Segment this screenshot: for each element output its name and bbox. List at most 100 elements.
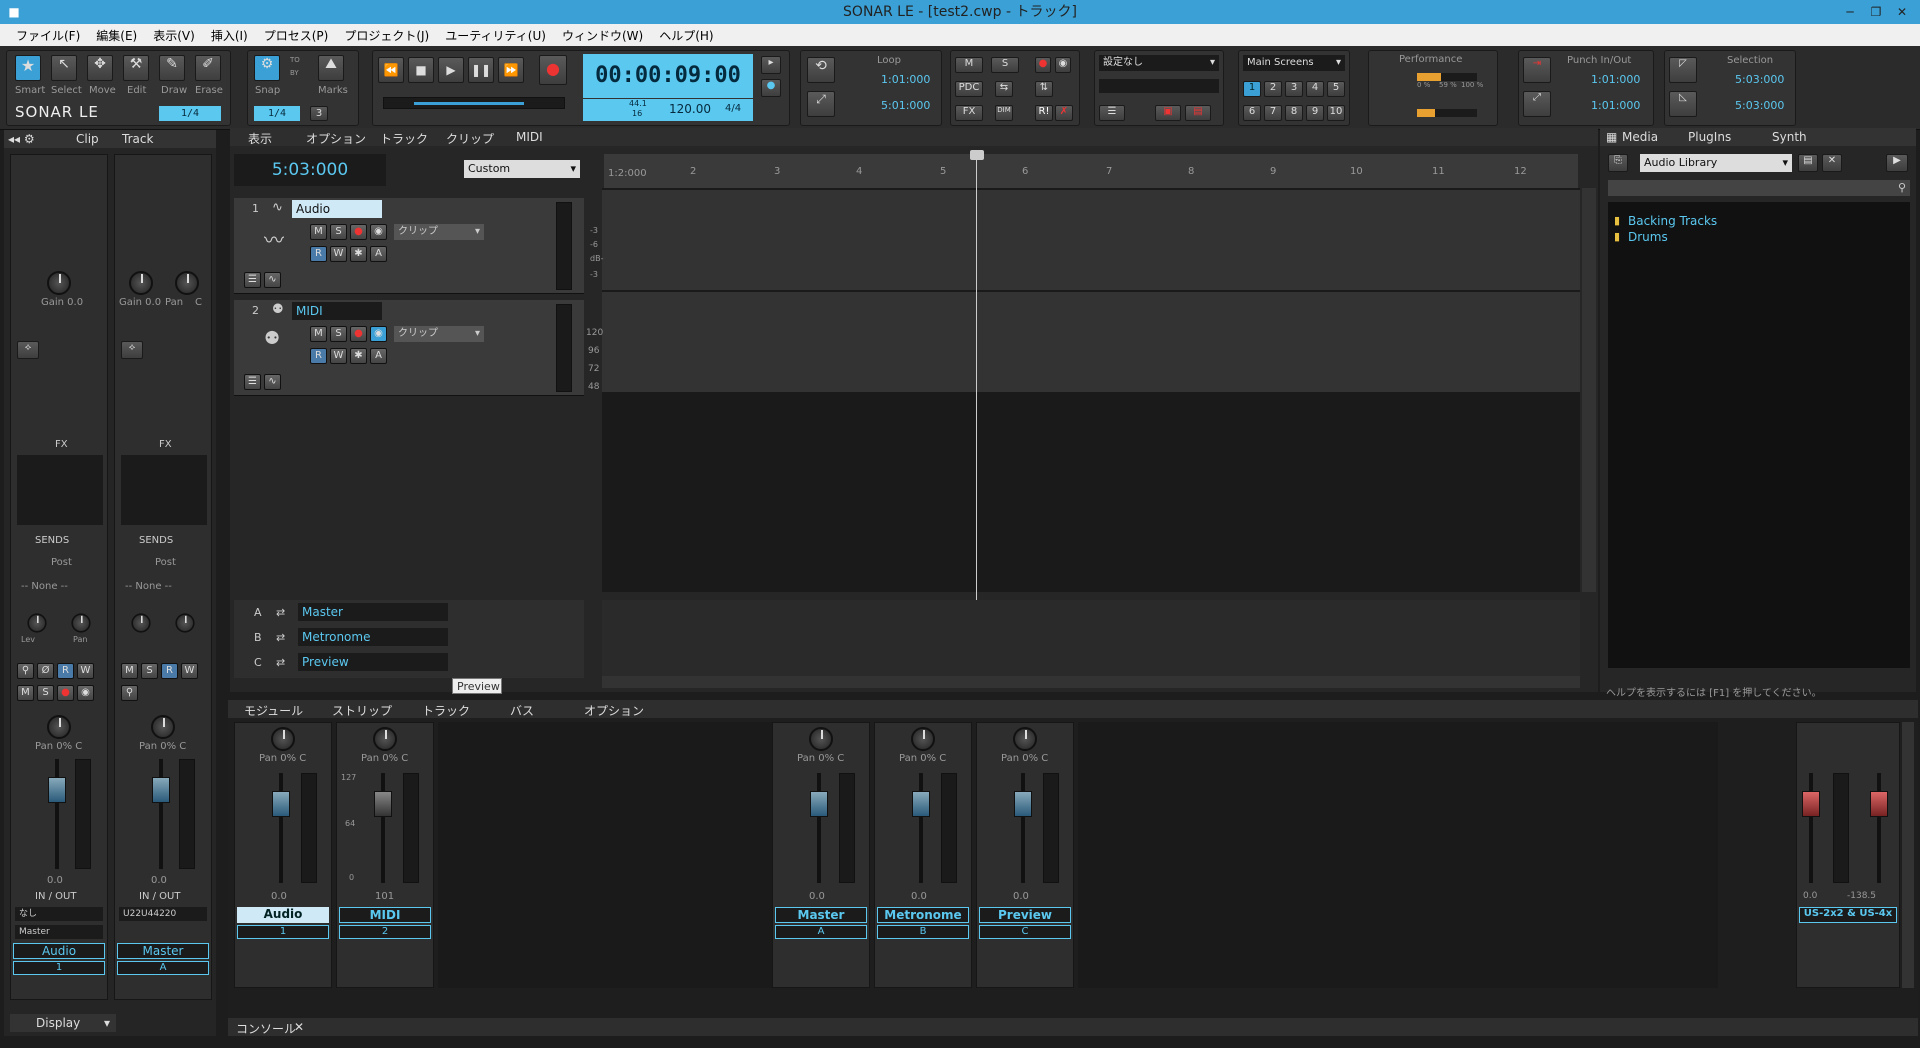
archive-button[interactable]: A	[370, 348, 387, 364]
send-none[interactable]: -- None --	[125, 581, 172, 592]
inspector-menu-icon[interactable]: ◂◂ ⚙	[8, 132, 35, 146]
fx-bin[interactable]	[17, 455, 103, 525]
loop-toggle-icon[interactable]: ⟲	[807, 57, 835, 83]
mix-link-icon[interactable]: ⇆	[995, 81, 1013, 97]
fx-bin[interactable]	[121, 455, 207, 525]
fx-bypass-button[interactable]: FX	[955, 105, 983, 121]
draw-tool-icon[interactable]: ✎	[159, 55, 185, 81]
record-icon[interactable]: ●	[539, 55, 567, 85]
arm-icon[interactable]: ●	[350, 224, 367, 240]
menu-edit[interactable]: 編集(E)	[88, 27, 145, 44]
mute-button[interactable]: M	[17, 685, 34, 701]
tv-menu-midi[interactable]: MIDI	[516, 130, 543, 144]
write-button[interactable]: W	[330, 348, 347, 364]
select-tool-icon[interactable]: ↖	[51, 55, 77, 81]
strip-name[interactable]: Master	[775, 907, 867, 923]
minimize-button[interactable]: ─	[1838, 0, 1862, 20]
console-vscroll[interactable]	[1902, 722, 1914, 988]
automation-icon[interactable]: ∿	[264, 272, 281, 288]
solo-button[interactable]: S	[37, 685, 54, 701]
volume-fader-handle[interactable]	[152, 777, 170, 803]
console-tab[interactable]: コンソール	[236, 1020, 296, 1037]
save-icon[interactable]: ▤	[1798, 154, 1818, 172]
library-select[interactable]: Audio Library ▾	[1640, 154, 1792, 172]
punch-toggle-icon[interactable]: ⇥	[1523, 57, 1551, 83]
track-view-select[interactable]: クリップ ▾	[394, 326, 484, 342]
preset-field[interactable]	[1099, 79, 1219, 93]
read-button[interactable]: R	[57, 663, 74, 679]
mix-mute-button[interactable]: M	[955, 57, 983, 73]
menu-project[interactable]: プロジェクト(J)	[336, 27, 437, 44]
now-slider[interactable]	[383, 97, 565, 109]
play-from-icon[interactable]: ▸	[761, 56, 781, 74]
tempo-value[interactable]: 120.00	[669, 102, 711, 116]
menu-window[interactable]: ウィンドウ(W)	[554, 27, 651, 44]
loop-set-icon[interactable]: ⤢	[807, 91, 835, 117]
tab-plugins[interactable]: PlugIns	[1688, 130, 1731, 144]
screenset-select[interactable]: Main Screens ▾	[1243, 55, 1345, 71]
strip-name[interactable]: Metronome	[877, 907, 969, 923]
play-icon[interactable]: ▶	[438, 57, 464, 83]
cv-menu-bus[interactable]: バス	[510, 702, 534, 719]
now-time[interactable]: 5:03:000	[234, 154, 386, 186]
browser-search-input[interactable]: ⚲	[1608, 180, 1910, 196]
read-enable-button[interactable]: R!	[1035, 105, 1053, 121]
cv-menu-strip[interactable]: ストリップ	[332, 702, 392, 719]
tv-menu-track[interactable]: トラック	[380, 130, 428, 147]
preset-lock-icon[interactable]: ▤	[1185, 105, 1211, 121]
screenset-5[interactable]: 5	[1327, 81, 1345, 97]
send-pan-knob[interactable]	[71, 613, 91, 633]
arm-icon[interactable]: ●	[57, 685, 74, 701]
cv-menu-module[interactable]: モジュール	[244, 702, 303, 719]
screenset-1[interactable]: 1	[1243, 81, 1261, 97]
vertical-scrollbar[interactable]	[1582, 188, 1596, 592]
strip-name[interactable]: Master	[117, 943, 209, 959]
menu-process[interactable]: プロセス(P)	[256, 27, 337, 44]
screenset-8[interactable]: 8	[1285, 105, 1303, 121]
screenset-3[interactable]: 3	[1285, 81, 1303, 97]
smart-tool-icon[interactable]: ★	[15, 55, 41, 81]
write-button[interactable]: W	[181, 663, 198, 679]
echo-icon[interactable]: ◉	[370, 224, 387, 240]
tv-menu-options[interactable]: オプション	[306, 130, 366, 147]
pan-knob[interactable]	[151, 715, 175, 739]
edit-tool-icon[interactable]: ⚒	[123, 55, 149, 81]
output-select[interactable]: Master	[15, 925, 103, 939]
volume-fader-track[interactable]	[381, 773, 385, 883]
pan-knob[interactable]	[271, 727, 295, 751]
marks-icon[interactable]: ⛰	[318, 55, 344, 81]
selection-end[interactable]: 5:03:000	[1735, 99, 1784, 112]
punch-end[interactable]: 1:01:000	[1591, 99, 1640, 112]
pause-icon[interactable]: ❚❚	[468, 57, 494, 83]
screenset-4[interactable]: 4	[1306, 81, 1324, 97]
sends-icon[interactable]: ⟡	[121, 341, 143, 359]
cv-menu-options[interactable]: オプション	[584, 702, 644, 719]
volume-fader-handle[interactable]	[374, 791, 392, 817]
close-button[interactable]: ✕	[1890, 0, 1914, 20]
solo-button[interactable]: S	[330, 224, 347, 240]
input-select[interactable]: U22U44220	[119, 907, 207, 921]
send-pan-knob[interactable]	[175, 613, 195, 633]
screenset-7[interactable]: 7	[1264, 105, 1282, 121]
clip-lane-audio[interactable]	[602, 190, 1580, 290]
tab-synth[interactable]: Synth	[1772, 130, 1807, 144]
write-button[interactable]: W	[77, 663, 94, 679]
erase-tool-icon[interactable]: ✐	[195, 55, 221, 81]
pan-knob[interactable]	[809, 727, 833, 751]
track-name[interactable]: MIDI	[292, 302, 382, 320]
tv-menu-clip[interactable]: クリップ	[446, 130, 494, 147]
fast-forward-icon[interactable]: ⏩	[498, 57, 524, 83]
close-icon[interactable]: ✕	[294, 1020, 304, 1034]
clip-lane-midi[interactable]	[602, 292, 1580, 392]
browser-list[interactable]	[1608, 202, 1910, 668]
record-mode-icon[interactable]: ●	[761, 79, 781, 97]
track-2[interactable]: 2 ⚉ MIDI ⚉ M S ● ◉ クリップ ▾ R W ✱ A ☰ ∿	[234, 300, 584, 396]
volume-fader-track[interactable]	[55, 759, 59, 869]
now-marker-handle[interactable]	[970, 150, 984, 160]
page-indicator[interactable]: 1/4	[159, 106, 221, 121]
preset-save-icon[interactable]: ▣	[1155, 105, 1181, 121]
selection-start[interactable]: 5:03:000	[1735, 73, 1784, 86]
strip-name[interactable]: Preview	[979, 907, 1071, 923]
preview-play-icon[interactable]: ▶	[1886, 154, 1908, 172]
send-level-knob[interactable]	[27, 613, 47, 633]
